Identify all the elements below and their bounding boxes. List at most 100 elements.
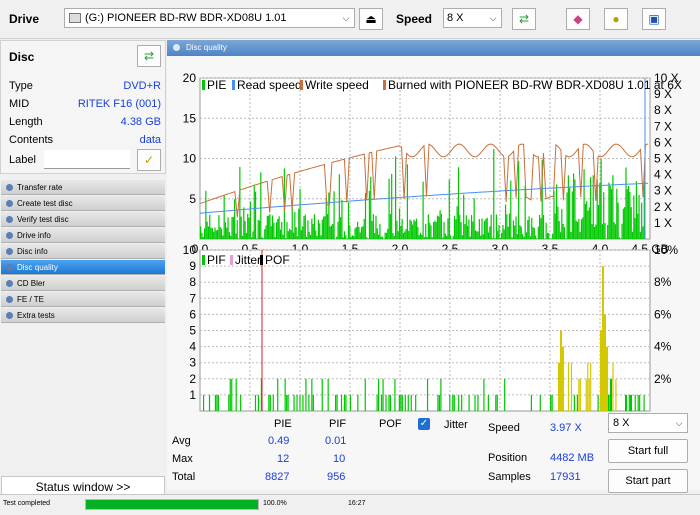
data-bar: [218, 395, 219, 411]
label-input[interactable]: [44, 150, 130, 169]
data-bar: [415, 221, 416, 239]
data-bar: [608, 183, 609, 239]
data-bar: [294, 212, 295, 239]
y2-tick-label: 2 X: [654, 200, 672, 214]
max-label: Max: [172, 453, 193, 465]
nav-item-label: FE / TE: [17, 295, 44, 304]
data-bar: [629, 192, 630, 239]
data-bar: [506, 214, 507, 239]
label-apply-button[interactable]: ✓: [137, 149, 161, 171]
data-bar: [585, 204, 586, 239]
data-bar: [237, 220, 238, 239]
eject-button[interactable]: ⏏: [359, 8, 383, 30]
data-bar: [600, 331, 602, 412]
test-speed-value: 8 X: [613, 417, 630, 429]
refresh-icon: ⇄: [144, 49, 154, 63]
drive-select[interactable]: (G:) PIONEER BD-RW BDR-XD08U 1.01 ⌵: [64, 8, 355, 28]
data-bar: [471, 215, 472, 239]
data-bar: [602, 266, 604, 411]
data-bar: [286, 222, 287, 239]
data-bar: [602, 224, 603, 239]
data-bar: [443, 222, 444, 239]
data-bar: [242, 236, 243, 239]
data-bar: [627, 189, 628, 239]
data-bar: [345, 235, 346, 239]
nav-item-drive-info[interactable]: Drive info: [1, 228, 165, 243]
data-bar: [298, 209, 299, 239]
data-bar: [224, 195, 225, 239]
data-bar: [615, 224, 616, 239]
speed-select[interactable]: 8 X ⌵: [443, 8, 502, 28]
nav-item-verify-test-disc[interactable]: Verify test disc: [1, 212, 165, 227]
disc-mid-row: MIDRITEK F16 (001): [9, 98, 161, 110]
data-bar: [582, 218, 583, 239]
data-bar: [212, 228, 213, 239]
data-bar: [375, 216, 376, 239]
data-bar: [344, 231, 345, 239]
jitter-checkbox[interactable]: ✓: [418, 418, 430, 430]
data-bar: [374, 233, 375, 239]
jitter-label: Jitter: [444, 419, 468, 431]
data-bar: [485, 219, 486, 239]
start-full-button[interactable]: Start full: [608, 439, 688, 463]
data-bar: [260, 172, 261, 239]
start-part-button[interactable]: Start part: [608, 469, 688, 493]
data-bar: [285, 238, 286, 239]
data-bar: [488, 232, 489, 239]
data-bar: [606, 347, 608, 411]
y2-tick-label: 8 X: [654, 103, 672, 117]
nav-item-transfer-rate[interactable]: Transfer rate: [1, 180, 165, 195]
nav-item-disc-info[interactable]: Disc info: [1, 244, 165, 259]
save-button[interactable]: ▣: [642, 8, 666, 30]
data-bar: [642, 226, 643, 239]
nav-item-extra-tests[interactable]: Extra tests: [1, 308, 165, 323]
data-bar: [337, 222, 338, 239]
data-bar: [218, 215, 219, 239]
data-bar: [289, 229, 290, 239]
data-bar: [248, 218, 249, 239]
nav-item-label: Create test disc: [17, 199, 73, 208]
data-bar: [468, 219, 469, 239]
nav-item-icon: [6, 312, 13, 319]
copy-button[interactable]: ●: [604, 8, 628, 30]
data-bar: [500, 238, 501, 239]
data-bar: [463, 195, 464, 239]
data-bar: [258, 220, 259, 239]
data-bar: [234, 199, 235, 239]
y-tick-label: 15: [183, 111, 197, 125]
data-bar: [385, 395, 386, 411]
nav-item-icon: [6, 216, 13, 223]
nav-item-cd-bler[interactable]: CD Bler: [1, 276, 165, 291]
data-bar: [595, 225, 596, 239]
data-bar: [607, 225, 608, 239]
data-bar: [353, 236, 354, 239]
data-bar: [587, 363, 588, 411]
nav-item-disc-quality[interactable]: Disc quality: [1, 260, 165, 275]
data-bar: [302, 395, 303, 411]
data-bar: [407, 164, 408, 239]
data-bar: [434, 221, 435, 239]
nav-item-icon: [6, 248, 13, 255]
data-bar: [539, 215, 540, 239]
data-bar: [610, 186, 611, 239]
data-bar: [438, 216, 439, 239]
data-bar: [339, 174, 340, 239]
data-bar: [591, 224, 592, 239]
refresh-button[interactable]: ⇄: [512, 8, 536, 30]
data-bar: [382, 379, 383, 411]
data-bar: [468, 395, 469, 411]
data-bar: [489, 226, 490, 239]
data-bar: [262, 237, 263, 239]
nav-item-icon: [6, 232, 13, 239]
data-bar: [268, 395, 269, 411]
data-bar: [449, 179, 450, 239]
disc-refresh-button[interactable]: ⇄: [137, 45, 161, 67]
test-speed-select[interactable]: 8 X ⌵: [608, 413, 688, 433]
erase-button[interactable]: ◆: [566, 8, 590, 30]
nav-item-create-test-disc[interactable]: Create test disc: [1, 196, 165, 211]
data-bar: [547, 233, 548, 239]
legend-label: PIF: [207, 253, 226, 267]
data-bar: [493, 149, 494, 239]
nav-item-fe-te[interactable]: FE / TE: [1, 292, 165, 307]
data-bar: [200, 226, 201, 239]
